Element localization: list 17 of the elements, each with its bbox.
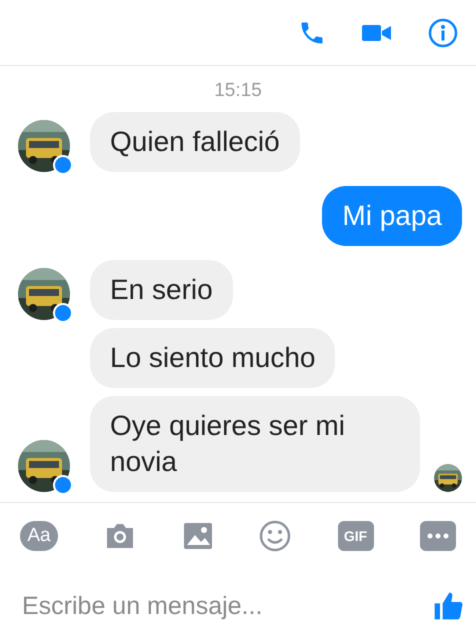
message-bubble: Quien falleció bbox=[90, 112, 300, 172]
message-bubble: En serio bbox=[90, 260, 233, 320]
text-format-button[interactable]: Aa bbox=[20, 521, 58, 551]
messenger-badge-icon bbox=[53, 475, 73, 495]
message-bubble: Lo siento mucho bbox=[90, 328, 336, 388]
message-bubble: Oye quieres ser mi novia bbox=[90, 396, 420, 492]
messenger-badge-icon bbox=[53, 155, 73, 175]
image-icon[interactable] bbox=[182, 522, 213, 550]
more-icon[interactable] bbox=[420, 521, 456, 551]
message-input[interactable]: Escribe un mensaje... bbox=[20, 590, 432, 622]
gif-button[interactable]: GIF bbox=[338, 521, 374, 551]
message-bubble: Mi papa bbox=[322, 186, 462, 246]
thumbs-up-icon[interactable] bbox=[432, 590, 464, 622]
messenger-badge-icon bbox=[53, 303, 73, 323]
timestamp: 15:15 bbox=[214, 80, 262, 102]
smiley-icon[interactable] bbox=[259, 520, 292, 552]
info-icon[interactable] bbox=[428, 18, 458, 48]
